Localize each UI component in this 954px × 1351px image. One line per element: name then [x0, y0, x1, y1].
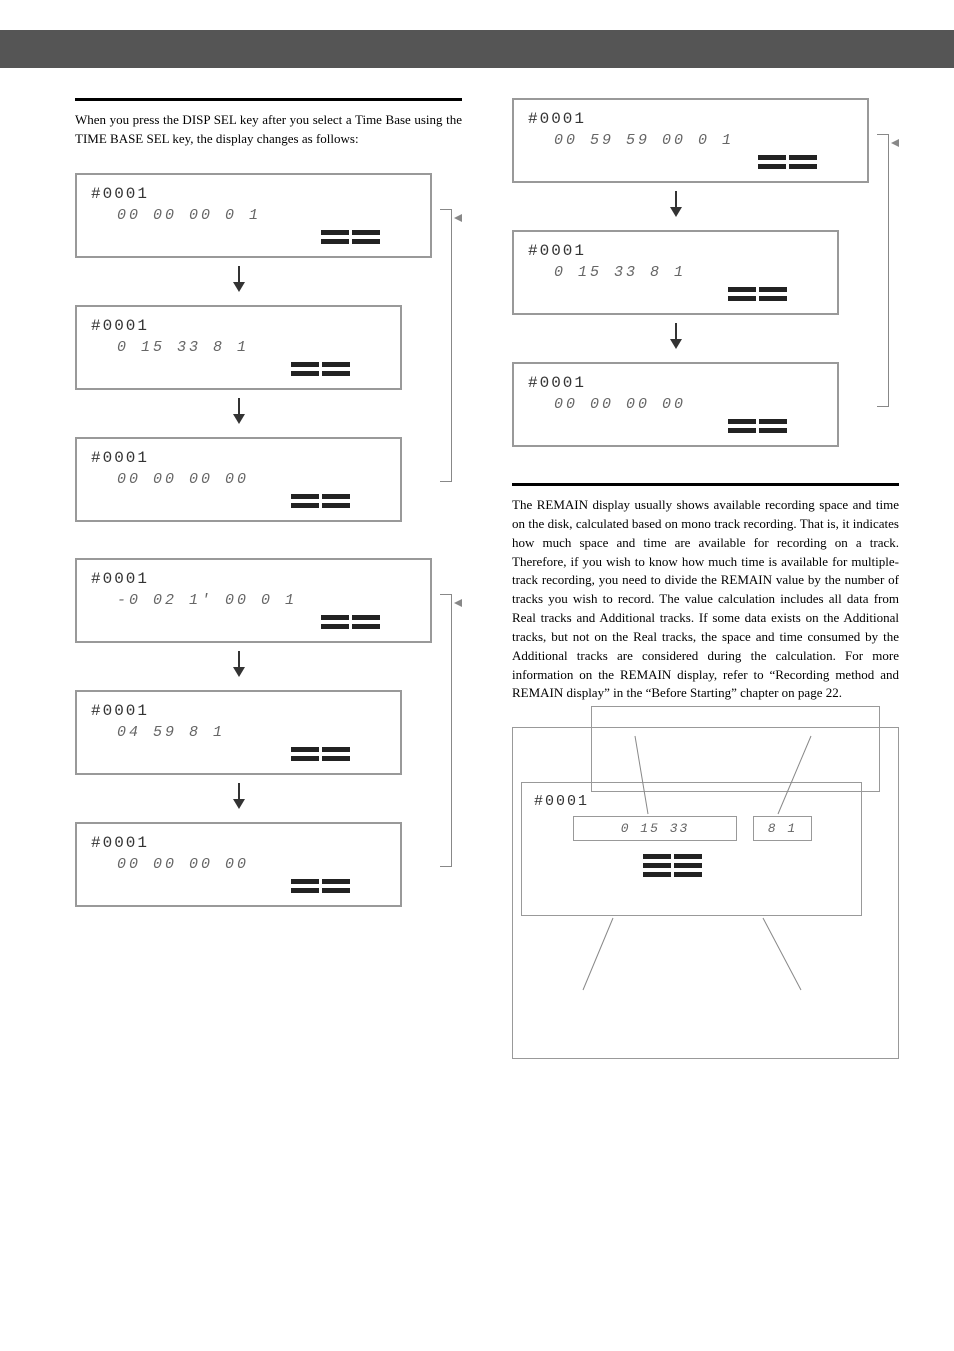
- segment-readout: -0 02 1' 00 0 1: [117, 592, 420, 609]
- loop-arrow-icon: [891, 134, 897, 152]
- lcd-display: #0001 0 15 33 8 1: [512, 230, 839, 315]
- track-meter: [87, 230, 420, 235]
- lcd-display: #0001 00 00 00 00: [512, 362, 839, 447]
- segment-readout: 0 15 33 8 1: [117, 339, 390, 356]
- program-number: #0001: [534, 793, 849, 810]
- section-rule: [512, 483, 899, 486]
- program-number: #0001: [91, 185, 420, 203]
- lcd-display: #0001 00 59 59 00 0 1: [512, 98, 869, 183]
- segment-readout: 00 00 00 00: [117, 471, 390, 488]
- segment-readout: 00 00 00 00: [554, 396, 827, 413]
- segment-readout: 00 00 00 0 1: [117, 207, 420, 224]
- down-arrow-icon: [482, 323, 869, 354]
- loop-arrow-icon: [454, 594, 460, 612]
- left-column: When you press the DISP SEL key after yo…: [75, 98, 462, 1059]
- program-number: #0001: [91, 702, 390, 720]
- segment-readout: 0 15 33 8 1: [554, 264, 827, 281]
- program-number: #0001: [528, 110, 857, 128]
- down-arrow-icon: [45, 651, 432, 682]
- lcd-display: #0001 04 59 8 1: [75, 690, 402, 775]
- intro-paragraph: When you press the DISP SEL key after yo…: [75, 111, 462, 149]
- segment-readout-side: 8 1: [753, 816, 812, 841]
- layered-display-diagram: #0001 0 15 33 8 1: [512, 727, 899, 1059]
- segment-readout-main: 0 15 33: [573, 816, 737, 841]
- section-rule: [75, 98, 462, 101]
- lcd-display: #0001 00 00 00 00: [75, 822, 402, 907]
- segment-readout: 00 59 59 00 0 1: [554, 132, 857, 149]
- down-arrow-icon: [45, 398, 432, 429]
- segment-readout: 04 59 8 1: [117, 724, 390, 741]
- segment-readout: 00 00 00 00: [117, 856, 390, 873]
- program-number: #0001: [91, 570, 420, 588]
- display-sequence-1: #0001 00 00 00 0 1 #0001 0 15 33 8 1: [75, 173, 432, 522]
- remain-paragraph: The REMAIN display usually shows availab…: [512, 496, 899, 703]
- lcd-display: #0001 -0 02 1' 00 0 1: [75, 558, 432, 643]
- lcd-display: #0001 0 15 33 8 1: [75, 305, 402, 390]
- display-sequence-2: #0001 -0 02 1' 00 0 1 #0001 04 59 8 1: [75, 558, 432, 907]
- down-arrow-icon: [45, 783, 432, 814]
- loop-arrow-icon: [454, 209, 460, 227]
- lcd-display: #0001 00 00 00 00: [75, 437, 402, 522]
- program-number: #0001: [528, 242, 827, 260]
- program-number: #0001: [91, 449, 390, 467]
- page-content: When you press the DISP SEL key after yo…: [0, 68, 954, 1099]
- lcd-display: #0001 00 00 00 0 1: [75, 173, 432, 258]
- header-bar: [0, 30, 954, 68]
- program-number: #0001: [91, 834, 390, 852]
- down-arrow-icon: [45, 266, 432, 297]
- down-arrow-icon: [482, 191, 869, 222]
- program-number: #0001: [528, 374, 827, 392]
- display-sequence-3: #0001 00 59 59 00 0 1 #0001 0 15 33 8 1: [512, 98, 869, 447]
- program-number: #0001: [91, 317, 390, 335]
- right-column: #0001 00 59 59 00 0 1 #0001 0 15 33 8 1: [512, 98, 899, 1059]
